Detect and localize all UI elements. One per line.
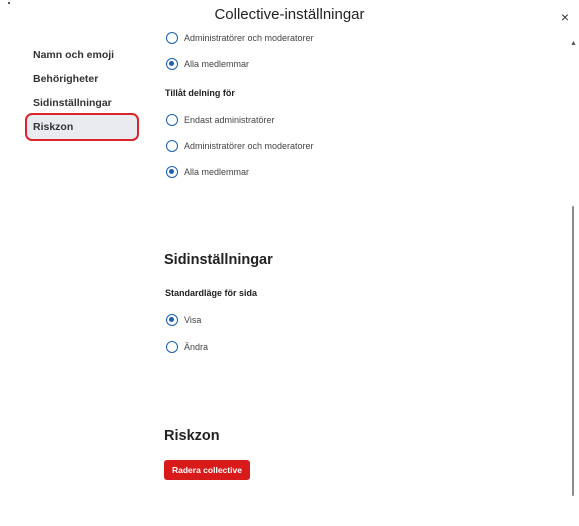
radio-admins-and-moderators-top[interactable]: Administratörer och moderatorer [166,31,314,45]
scroll-up-arrow-icon[interactable]: ▲ [570,40,577,47]
page-settings-heading: Sidinställningar [164,252,273,268]
radio-label: Ändra [184,342,209,352]
content-scrollbar[interactable]: ▲ [570,40,577,526]
radio-admins-and-moderators[interactable]: Administratörer och moderatorer [166,139,314,153]
delete-collective-button[interactable]: Radera collective [164,460,250,480]
radio-all-members[interactable]: Alla medlemmar [166,165,249,179]
default-mode-label: Standardläge för sida [165,288,258,298]
radio-edit[interactable]: Ändra [166,340,208,354]
radio-circle[interactable] [166,58,178,70]
radio-circle[interactable] [166,140,178,152]
radio-circle[interactable] [166,341,178,353]
radio-label: Alla medlemmar [184,167,250,177]
radio-label: Alla medlemmar [184,59,250,69]
radio-circle[interactable] [166,114,178,126]
radio-circle[interactable] [166,314,178,326]
radio-label: Administratörer och moderatorer [184,141,314,151]
radio-label: Endast administratörer [184,115,275,125]
settings-content: Administratörer och moderatorer Alla med… [0,0,579,526]
radio-circle[interactable] [166,32,178,44]
radio-only-admins[interactable]: Endast administratörer [166,113,275,127]
radio-view[interactable]: Visa [166,313,201,327]
scroll-thumb[interactable] [572,206,574,496]
radio-label: Visa [184,315,202,325]
radio-label: Administratörer och moderatorer [184,33,314,43]
sharing-label: Tillåt delning för [165,88,235,98]
danger-zone-heading: Riskzon [164,428,220,444]
radio-circle[interactable] [166,166,178,178]
radio-all-members-top[interactable]: Alla medlemmar [166,57,249,71]
